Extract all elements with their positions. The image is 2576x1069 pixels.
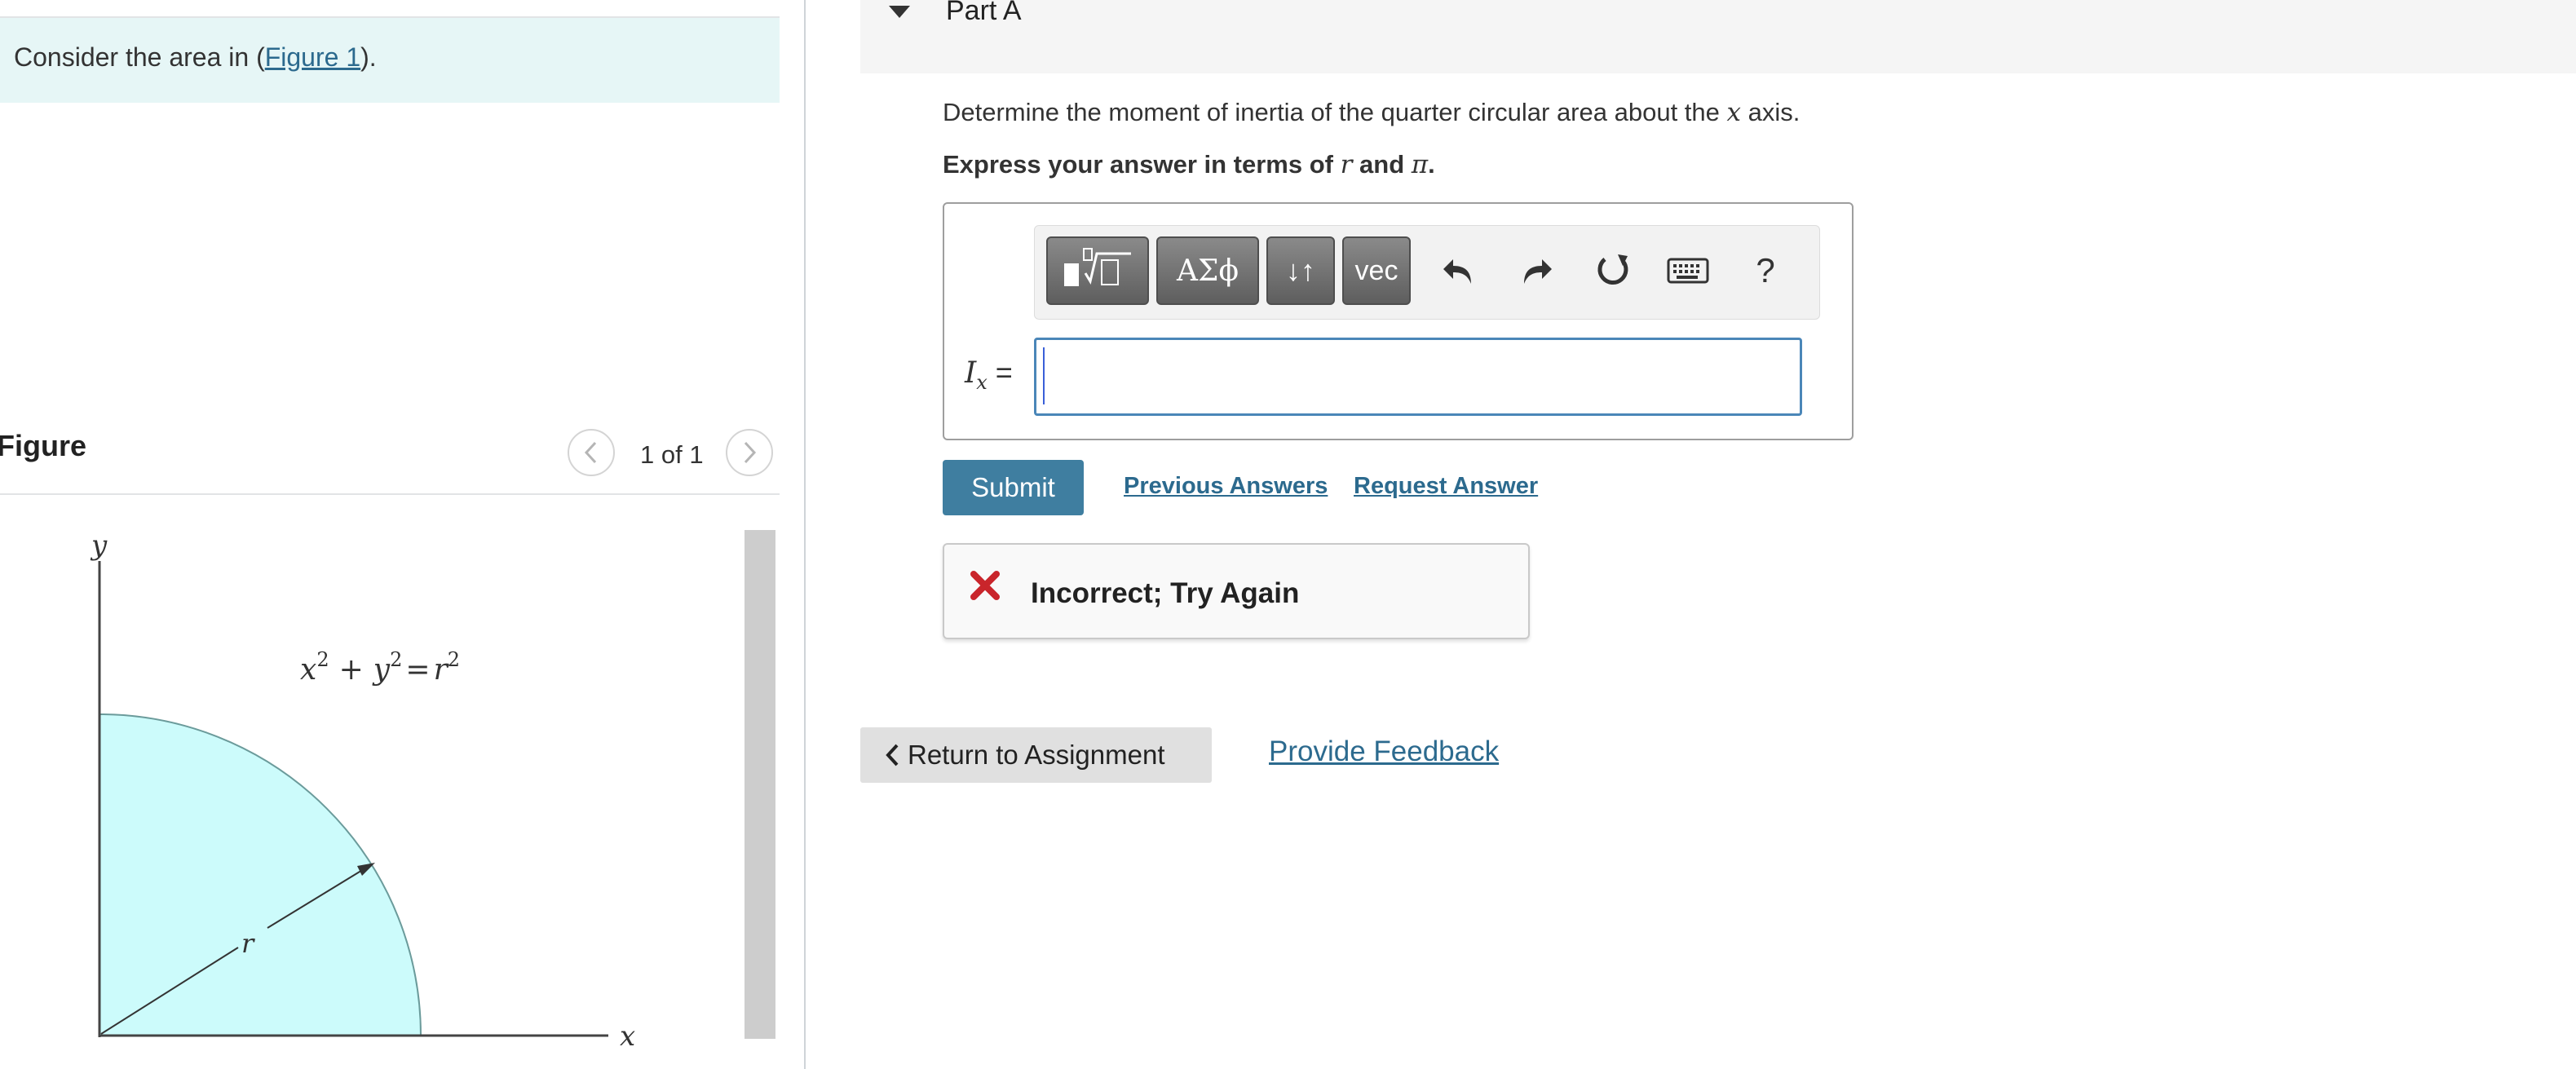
prev-figure-button[interactable] <box>568 429 615 476</box>
instruction-text: Express your answer in terms of r and π. <box>943 150 1435 179</box>
arrows-icon: ↓↑ <box>1286 254 1315 287</box>
answer-label-var: I <box>965 356 977 390</box>
radius-label: r <box>241 928 255 959</box>
submit-button[interactable]: Submit <box>943 460 1084 515</box>
eq-r-exp: 2 <box>448 648 460 671</box>
y-axis-label: y <box>90 529 108 562</box>
caret-down-icon[interactable] <box>887 2 912 27</box>
eq-x: x <box>300 653 316 687</box>
question-var: x <box>1726 98 1741 127</box>
answer-label: Ix = <box>965 356 1013 394</box>
return-to-assignment-button[interactable]: Return to Assignment <box>860 727 1212 783</box>
circle-equation: x2 + y2 = r2 <box>300 648 460 687</box>
x-mark-icon <box>969 569 1001 609</box>
figure-scrollbar[interactable] <box>745 530 775 1039</box>
prompt-text: Consider the area in (Figure 1). <box>14 42 377 73</box>
feedback-text: Incorrect; Try Again <box>1031 577 1300 609</box>
eq-y-exp: 2 <box>390 648 402 671</box>
prompt-suffix: ). <box>360 42 377 72</box>
eq-r: r <box>434 653 449 687</box>
vec-button[interactable]: vec <box>1342 236 1411 305</box>
provide-feedback-link[interactable]: Provide Feedback <box>1269 735 1499 768</box>
eq-equals: = <box>405 653 430 687</box>
chevron-right-icon <box>744 441 757 464</box>
greek-button[interactable]: ΑΣϕ <box>1156 236 1259 305</box>
reset-icon[interactable] <box>1588 246 1637 295</box>
request-answer-link[interactable]: Request Answer <box>1354 473 1538 500</box>
answer-label-sub: x <box>976 371 988 395</box>
prompt-prefix: Consider the area in ( <box>14 42 265 72</box>
quarter-circle-area <box>99 713 422 1036</box>
question-suffix: axis. <box>1740 98 1801 126</box>
instruction-suffix: . <box>1428 150 1435 179</box>
chevron-left-icon <box>584 441 597 464</box>
figure-heading: Figure <box>0 429 87 462</box>
question-prefix: Determine the moment of inertia of the q… <box>943 98 1727 126</box>
answer-input[interactable] <box>1034 338 1802 416</box>
undo-icon[interactable] <box>1434 246 1482 295</box>
help-icon[interactable]: ? <box>1741 246 1790 295</box>
panel-divider <box>804 0 806 1069</box>
figure-divider <box>0 493 780 495</box>
eq-y: y <box>372 653 391 687</box>
arrows-button[interactable]: ↓↑ <box>1266 236 1335 305</box>
instruction-var-pi: π <box>1411 150 1429 179</box>
question-text: Determine the moment of inertia of the q… <box>943 98 1800 127</box>
previous-answers-link[interactable]: Previous Answers <box>1124 473 1328 500</box>
eq-plus: + <box>339 653 364 687</box>
text-cursor <box>1043 347 1045 404</box>
return-label: Return to Assignment <box>908 740 1165 770</box>
figure-counter: 1 of 1 <box>640 440 704 469</box>
figure-link[interactable]: Figure 1 <box>265 42 360 72</box>
instruction-prefix: Express your answer in terms of <box>943 150 1341 179</box>
part-title: Part A <box>946 0 1022 26</box>
vec-icon: vec <box>1354 254 1398 286</box>
instruction-mid: and <box>1352 150 1412 179</box>
answer-label-eq: = <box>995 356 1013 389</box>
x-axis-label: x <box>620 1020 635 1053</box>
eq-x-exp: 2 <box>316 648 329 671</box>
template-icon <box>1064 248 1131 286</box>
keyboard-icon[interactable] <box>1664 246 1712 295</box>
redo-icon[interactable] <box>1513 246 1562 295</box>
next-figure-button[interactable] <box>726 429 773 476</box>
template-button[interactable] <box>1046 236 1149 305</box>
instruction-var-r: r <box>1340 150 1353 179</box>
chevron-left-icon <box>886 744 899 766</box>
greek-icon: ΑΣϕ <box>1177 254 1239 288</box>
part-header[interactable] <box>860 0 2576 73</box>
quarter-circle-figure: y x r x2 + y2 = r2 <box>90 529 635 1053</box>
